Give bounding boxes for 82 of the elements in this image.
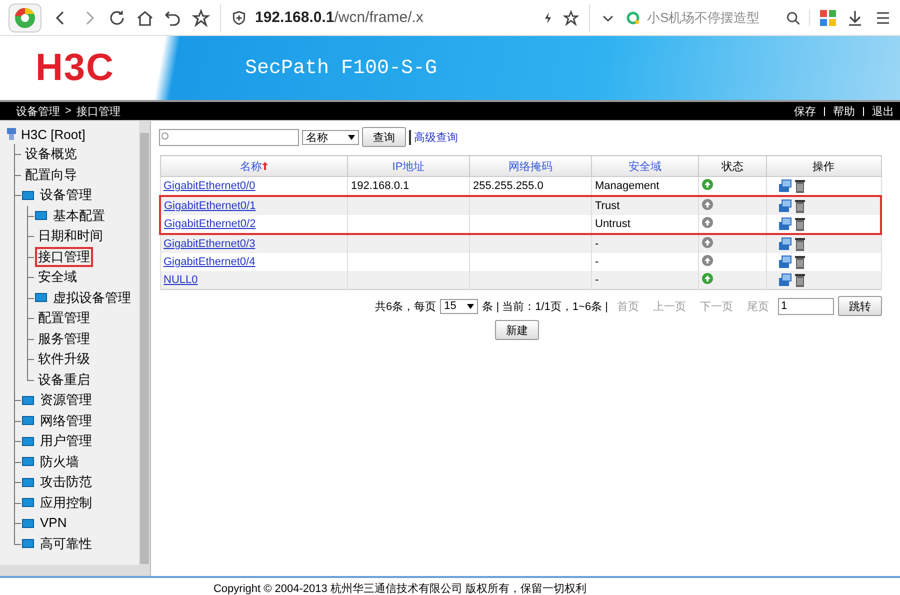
- delete-icon[interactable]: [794, 237, 805, 251]
- address-bar[interactable]: 192.168.0.1/wcn/frame/.x: [220, 4, 590, 32]
- nav-link[interactable]: 帮助: [833, 104, 855, 118]
- tree-item[interactable]: 安全域: [35, 267, 80, 288]
- tree-item[interactable]: 网络管理: [37, 410, 95, 431]
- tree-item[interactable]: 设备管理: [37, 185, 95, 206]
- column-header[interactable]: IP地址: [348, 156, 470, 176]
- download-icon[interactable]: [846, 8, 864, 26]
- tree-item[interactable]: 软件升级: [35, 349, 93, 370]
- edit-icon[interactable]: [778, 237, 792, 251]
- tree-root[interactable]: H3C [Root]: [21, 126, 86, 142]
- edit-icon[interactable]: [778, 217, 792, 231]
- tree-item[interactable]: 资源管理: [37, 390, 95, 410]
- tree-item[interactable]: 攻击防范: [37, 472, 95, 492]
- column-header[interactable]: 名称: [160, 156, 348, 176]
- tree-item[interactable]: 虚拟设备管理: [50, 288, 134, 308]
- delete-icon[interactable]: [794, 255, 805, 269]
- breadcrumb-item[interactable]: 设备管理: [16, 104, 60, 118]
- tree-item[interactable]: 接口管理: [35, 246, 93, 267]
- browser-logo-icon[interactable]: [8, 2, 42, 32]
- tree-item[interactable]: 设备概览: [22, 144, 80, 164]
- scrollbar[interactable]: [0, 565, 139, 576]
- tree-item[interactable]: 高可靠性: [37, 534, 95, 554]
- query-button[interactable]: 查询: [362, 127, 406, 147]
- delete-icon[interactable]: [794, 273, 805, 287]
- page-size-dropdown[interactable]: 15: [440, 298, 478, 314]
- interface-link[interactable]: GigabitEthernet0/0: [164, 180, 256, 192]
- interface-link[interactable]: GigabitEthernet0/4: [164, 256, 256, 268]
- search-engine-icon: [626, 10, 640, 24]
- new-button[interactable]: 新建: [495, 320, 539, 340]
- edit-icon[interactable]: [778, 179, 792, 193]
- reload-icon[interactable]: [108, 8, 126, 26]
- product-name: SecPath F100-S-G: [245, 56, 438, 80]
- delete-icon[interactable]: [794, 199, 805, 213]
- tree-item[interactable]: 配置管理: [35, 308, 93, 328]
- breadcrumb-item[interactable]: 接口管理: [76, 104, 120, 118]
- scrollbar[interactable]: [139, 121, 150, 576]
- device-icon: [6, 127, 17, 141]
- copyright-text: Copyright © 2004-2013 杭州华三通信技术有限公司 版权所有，保留一切权利: [213, 582, 586, 595]
- tree-item[interactable]: 用户管理: [37, 431, 95, 452]
- tree-item[interactable]: 防火墙: [37, 452, 82, 472]
- search-icon: [160, 132, 170, 142]
- edit-icon[interactable]: [778, 199, 792, 213]
- breadcrumb-separator: >: [65, 105, 72, 117]
- star-icon[interactable]: [563, 10, 579, 26]
- total-count: 共6条，每页: [375, 300, 436, 314]
- field-dropdown[interactable]: 名称: [302, 130, 359, 144]
- table-cell: Trust: [592, 196, 698, 215]
- tree-item[interactable]: 应用控制: [37, 492, 95, 513]
- jump-button[interactable]: 跳转: [838, 296, 882, 316]
- edit-icon[interactable]: [778, 273, 792, 287]
- tree-item[interactable]: 日期和时间: [35, 226, 106, 246]
- nav-link[interactable]: 保存: [794, 104, 816, 118]
- tree-item[interactable]: 设备重启: [35, 370, 93, 390]
- tree-item[interactable]: 配置向导: [22, 164, 80, 185]
- star-icon[interactable]: [192, 8, 210, 26]
- tree-item[interactable]: 基本配置: [50, 206, 108, 226]
- tree-item[interactable]: 服务管理: [35, 328, 93, 349]
- page-number-field[interactable]: 1: [778, 298, 834, 314]
- column-header[interactable]: 安全域: [592, 156, 698, 176]
- undo-icon[interactable]: [164, 8, 182, 26]
- sort-arrow-icon: [262, 162, 268, 170]
- caret-icon: [348, 134, 355, 140]
- column-header: 状态: [698, 156, 766, 176]
- nav-link[interactable]: 退出: [872, 104, 894, 118]
- column-header: 操作: [766, 156, 881, 176]
- interface-link[interactable]: NULL0: [164, 274, 198, 286]
- caret-icon: [467, 304, 474, 308]
- shield-icon[interactable]: [231, 10, 247, 26]
- table-cell: -: [592, 271, 698, 290]
- delete-icon[interactable]: [794, 217, 805, 231]
- search-icon[interactable]: [785, 10, 801, 26]
- tree-item[interactable]: VPN: [37, 513, 70, 534]
- column-header[interactable]: 网络掩码: [470, 156, 592, 176]
- page-info: 条 | 当前：1/1页，1~6条 |: [482, 300, 608, 314]
- apps-icon[interactable]: [820, 10, 836, 26]
- table-cell: -: [592, 234, 698, 253]
- advanced-query-link[interactable]: 高级查询: [409, 130, 458, 144]
- home-icon[interactable]: [136, 8, 154, 26]
- search-field[interactable]: [159, 128, 299, 146]
- delete-icon[interactable]: [794, 179, 805, 193]
- edit-icon[interactable]: [778, 255, 792, 269]
